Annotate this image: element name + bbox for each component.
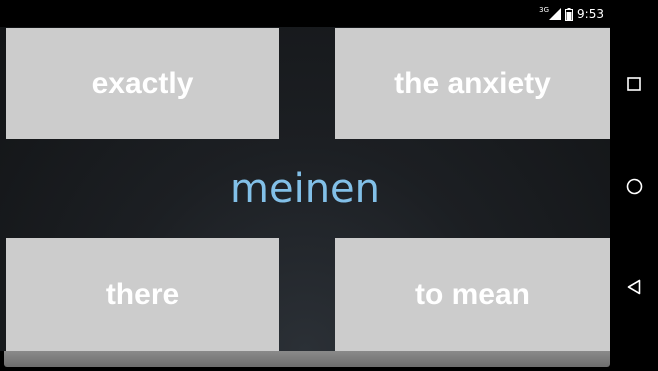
status-bar: 3G 9:53 [0, 0, 610, 27]
recents-icon [627, 77, 641, 91]
answer-option-label: the anxiety [394, 66, 551, 100]
answer-option-3[interactable]: there [6, 238, 279, 351]
answer-option-2[interactable]: the anxiety [335, 28, 610, 139]
recents-button[interactable] [618, 68, 650, 100]
home-button[interactable] [618, 170, 650, 202]
device-screen: 3G 9:53 exactly the anxiety meinen there [0, 0, 658, 371]
navigation-bar [610, 0, 658, 371]
home-icon [626, 178, 642, 194]
status-clock: 9:53 [577, 7, 604, 21]
prompt-word: meinen [0, 139, 610, 238]
back-icon [627, 279, 641, 295]
bottom-strip [4, 351, 610, 367]
back-button[interactable] [618, 271, 650, 303]
network-type-label: 3G [539, 6, 550, 14]
status-icons: 3G 9:53 [539, 6, 604, 22]
answer-option-1[interactable]: exactly [6, 28, 279, 139]
quiz-screen: exactly the anxiety meinen there to mean [0, 27, 610, 351]
answer-option-4[interactable]: to mean [335, 238, 610, 351]
answer-option-label: to mean [414, 277, 531, 311]
prompt-word-text: meinen [230, 165, 380, 212]
signal-icon [549, 8, 562, 20]
answer-option-label: exactly [91, 66, 194, 100]
battery-icon [565, 7, 574, 21]
answer-option-label: there [105, 277, 180, 311]
